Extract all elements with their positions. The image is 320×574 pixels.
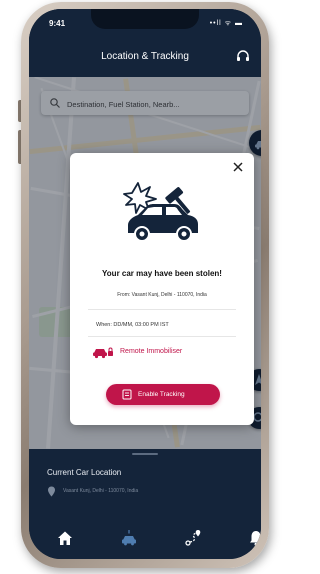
headset-icon[interactable] [235, 48, 251, 64]
car-icon [122, 530, 136, 546]
panel-title: Current Car Location [47, 468, 122, 477]
current-location-address: Vasant Kunj, Delhi - 110070, India [63, 488, 139, 494]
remote-immobiliser-label: Remote Immobiliser [120, 348, 183, 355]
alert-address: From: Vasant Kunj, Delhi - 110070, India [117, 292, 207, 298]
status-bar: 9:41 ••ll ᯤ ▬ [29, 9, 261, 37]
page-title: Location & Tracking [101, 51, 189, 62]
alert-title: Your car may have been stolen! [102, 269, 222, 278]
bell-icon [250, 531, 261, 546]
current-location-panel: Current Car Location Vasant Kunj, Delhi … [29, 449, 261, 559]
enable-tracking-label: Enable Tracking [138, 391, 185, 398]
status-icons: ••ll ᯤ ▬ [209, 20, 243, 27]
route-icon [185, 530, 201, 546]
car-theft-alert-icon [123, 182, 198, 242]
status-time: 9:41 [49, 19, 66, 28]
close-icon[interactable] [232, 161, 244, 173]
phone-notch [91, 9, 199, 29]
nav-notifications[interactable] [245, 527, 261, 549]
app-header: Location & Tracking [29, 37, 261, 77]
bottom-nav [29, 521, 261, 559]
car-lock-icon [93, 347, 113, 359]
tracking-icon [122, 389, 132, 400]
nav-car[interactable] [118, 527, 140, 549]
location-icon [48, 486, 55, 497]
theft-alert-modal: Your car may have been stolen! From: Vas… [70, 153, 254, 425]
nav-route[interactable] [182, 527, 204, 549]
remote-immobiliser-button[interactable]: Remote Immobiliser [92, 344, 232, 360]
drag-handle[interactable] [132, 453, 158, 455]
divider [88, 336, 236, 337]
nav-home[interactable] [54, 527, 76, 549]
alert-when: When: DD/MM, 03:00 PM IST [96, 322, 169, 328]
home-icon [58, 531, 72, 545]
divider [88, 309, 236, 310]
enable-tracking-button[interactable]: Enable Tracking [106, 384, 220, 405]
